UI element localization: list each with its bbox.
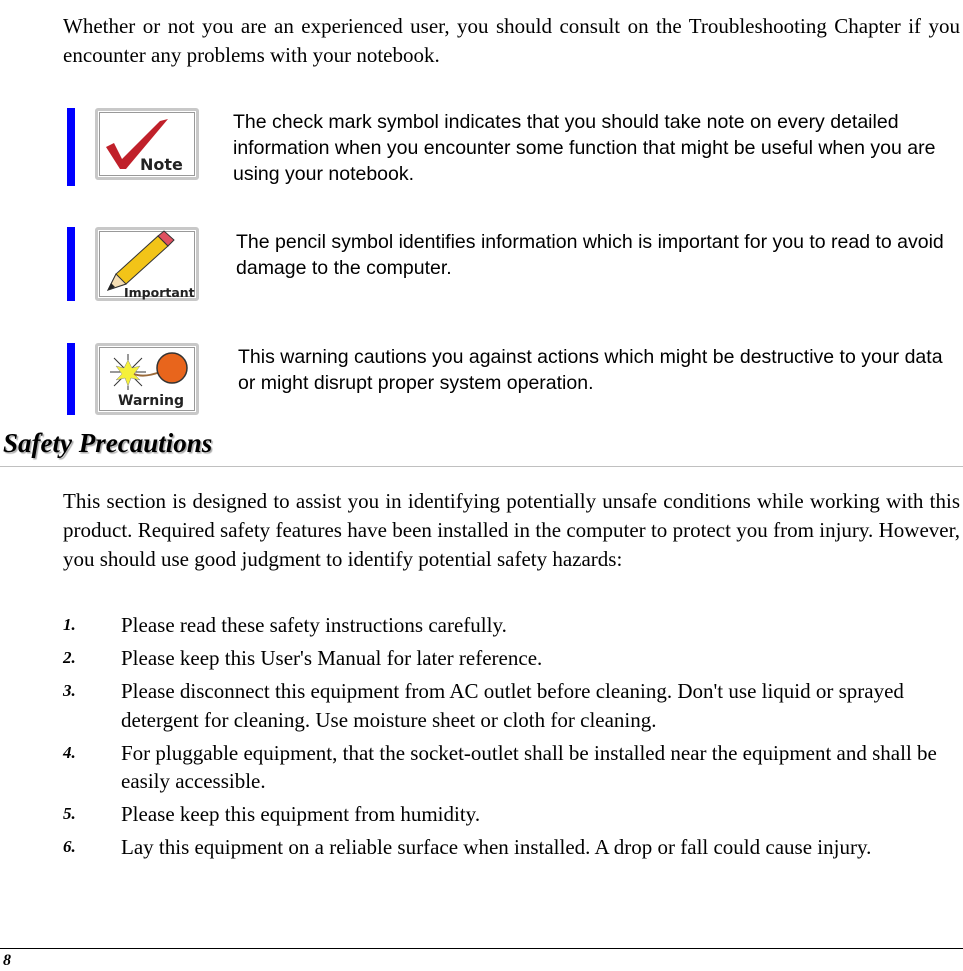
list-text: Please read these safety instructions ca… (121, 613, 507, 637)
note-icon-label: Note (140, 155, 183, 174)
list-text: For pluggable equipment, that the socket… (121, 740, 937, 794)
footer-divider (0, 948, 963, 949)
list-item: 2. Please keep this User's Manual for lat… (63, 644, 943, 673)
list-item: 4. For pluggable equipment, that the sock… (63, 739, 943, 796)
list-number: 1. (63, 615, 76, 634)
notice-text: This warning cautions you against action… (238, 346, 943, 394)
accent-bar (67, 227, 75, 301)
list-text: Please keep this equipment from humidity… (121, 802, 481, 826)
list-text: Lay this equipment on a reliable surface… (121, 835, 872, 859)
list-item: 1. Please read these safety instructions … (63, 611, 943, 640)
list-number: 6. (63, 837, 76, 856)
list-number: 2. (63, 648, 76, 667)
safety-list: 1. Please read these safety instructions … (63, 611, 943, 866)
section-title: Safety Precautions (3, 428, 213, 458)
list-item: 3. Please disconnect this equipment from … (63, 677, 943, 734)
list-text: Please disconnect this equipment from AC… (121, 679, 904, 732)
list-number: 3. (63, 681, 76, 700)
list-item: 6. Lay this equipment on a reliable surfa… (63, 833, 943, 862)
accent-bar (67, 108, 75, 186)
list-number: 5. (63, 804, 76, 823)
check-mark-note-icon: Note (95, 108, 199, 180)
list-number: 4. (63, 742, 76, 762)
page-number: 8 (3, 952, 11, 969)
section-divider (0, 466, 963, 467)
notice-text: The check mark symbol indicates that you… (233, 111, 936, 185)
important-icon-label: Important (124, 285, 195, 300)
intro-paragraph: Whether or not you are an experienced us… (63, 14, 960, 67)
notice-text: The pencil symbol identifies information… (236, 231, 944, 279)
section-paragraph: This section is designed to assist you i… (63, 489, 960, 571)
list-text: Please keep this User's Manual for later… (121, 646, 543, 670)
pencil-important-icon: Important (95, 227, 199, 301)
accent-bar (67, 343, 75, 415)
bomb-warning-icon: Warning (95, 343, 199, 415)
list-item: 5. Please keep this equipment from humidi… (63, 800, 943, 829)
warning-icon-label: Warning (118, 393, 185, 409)
